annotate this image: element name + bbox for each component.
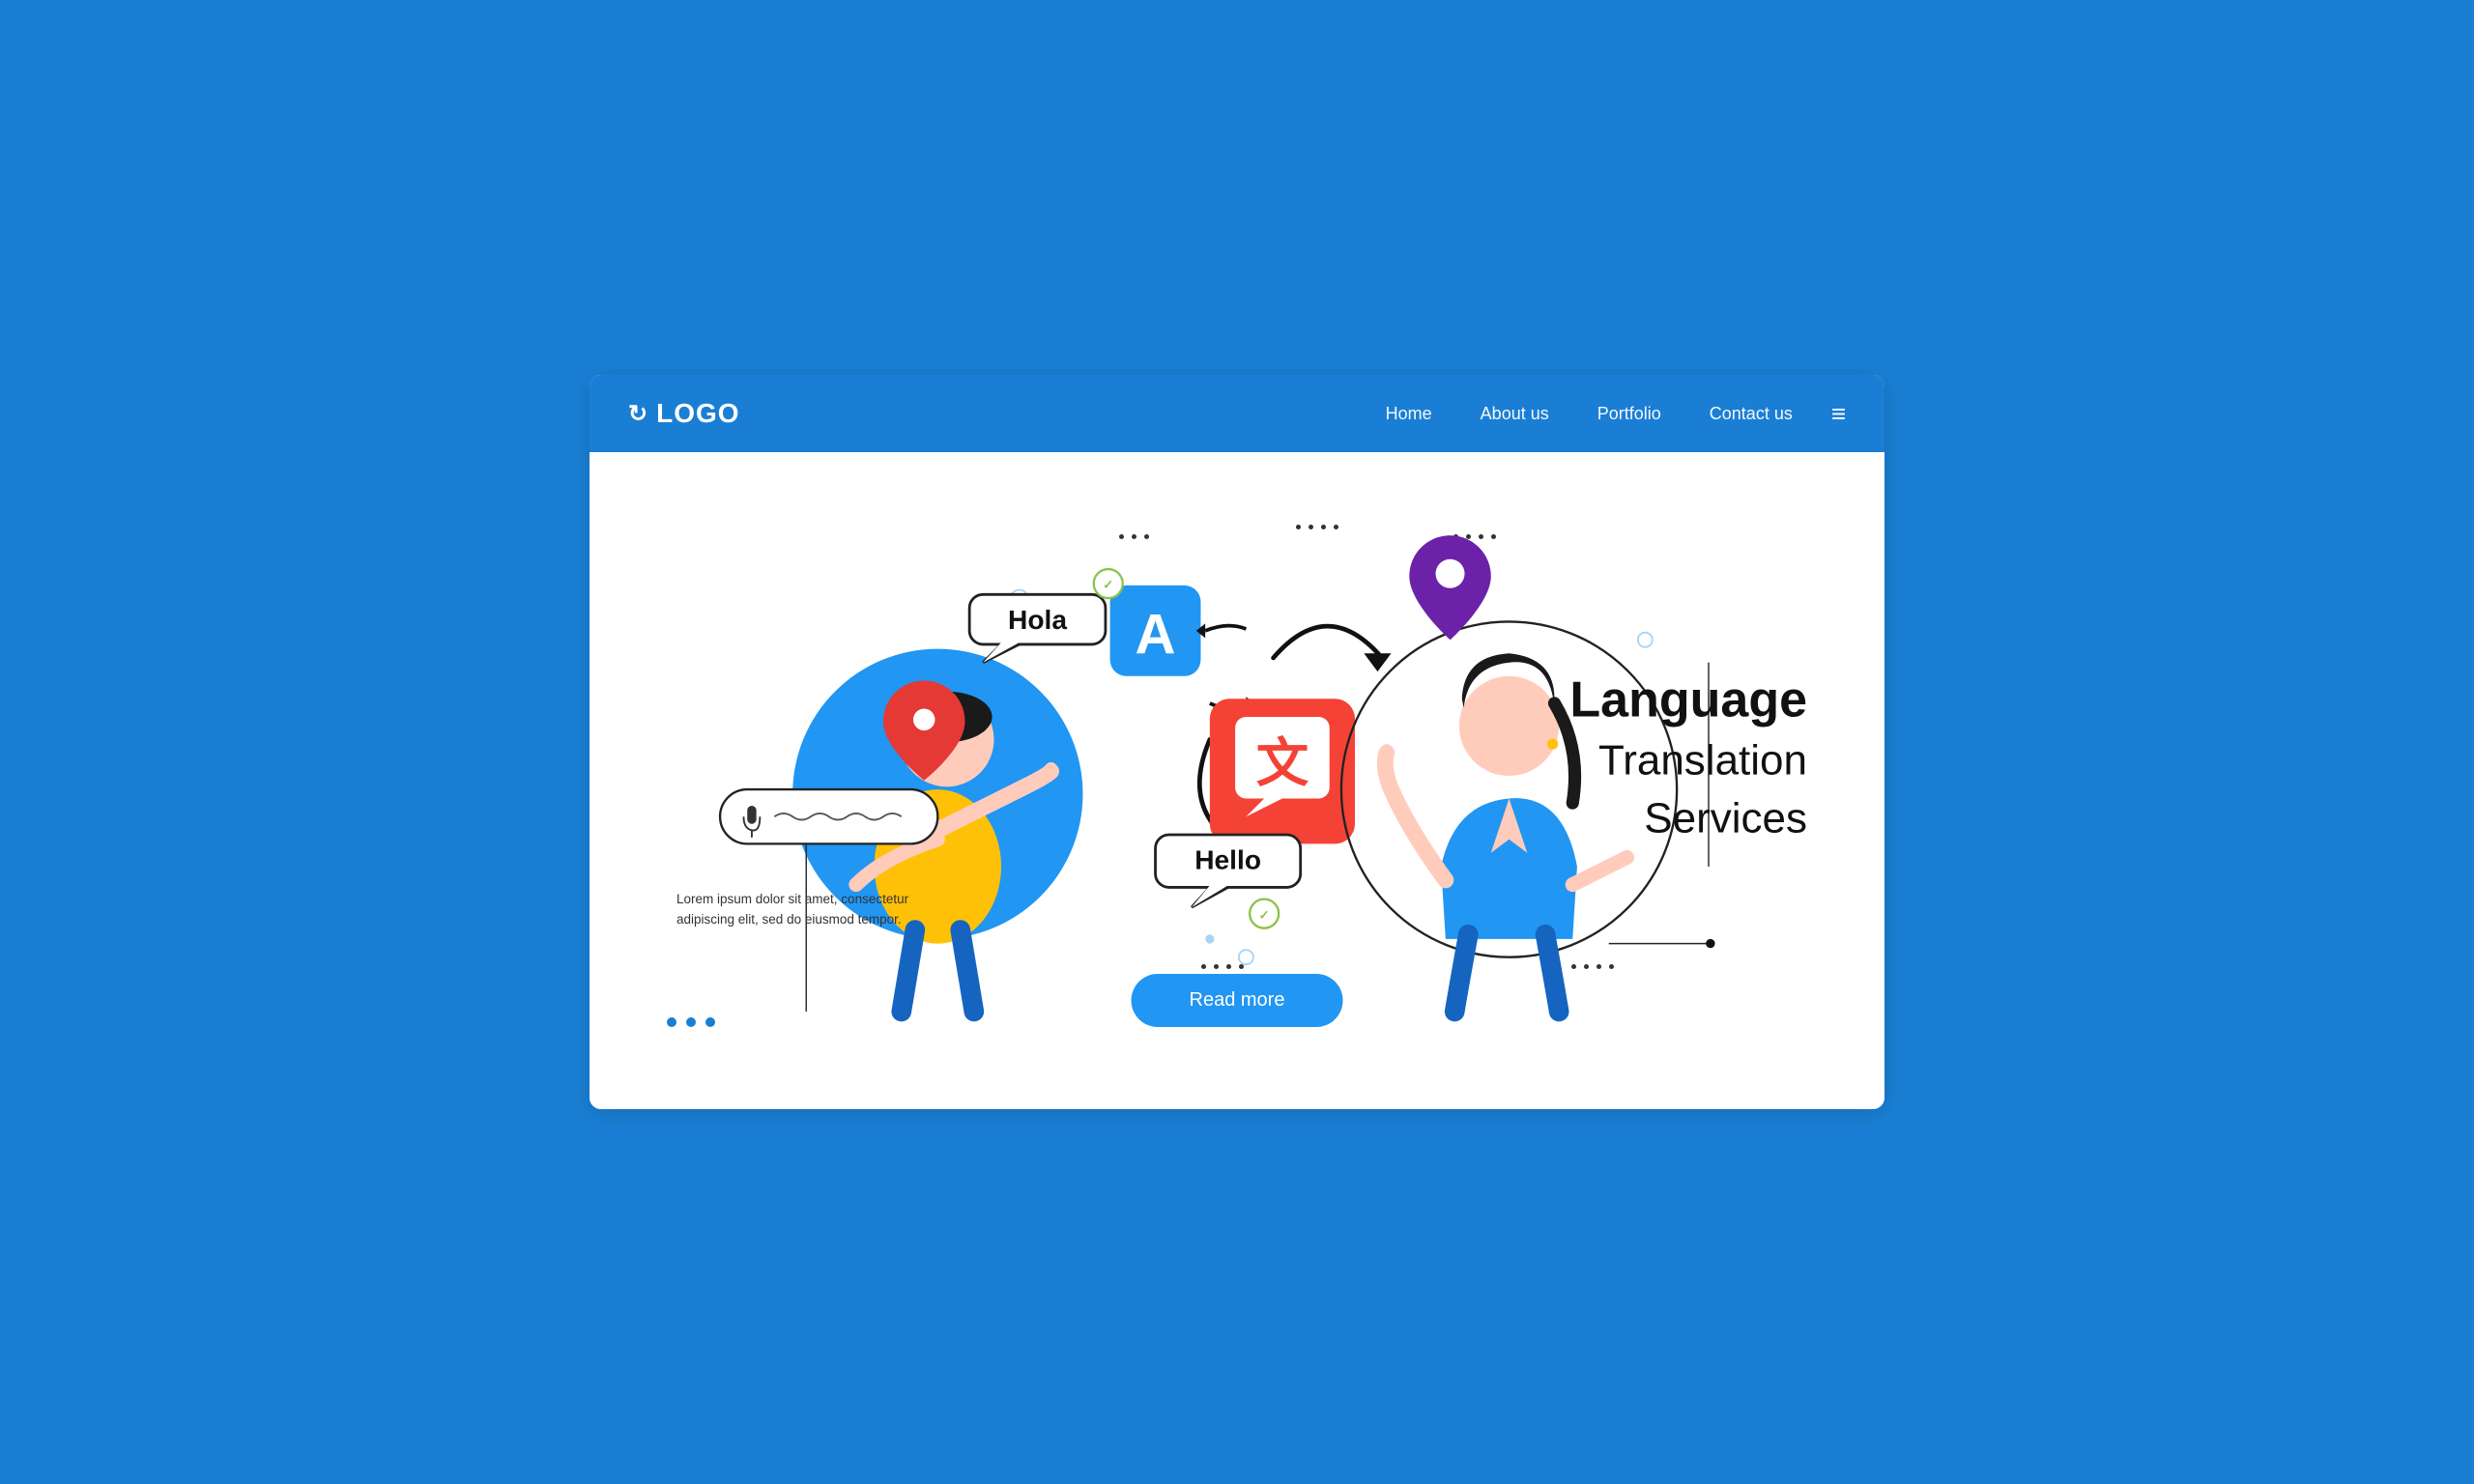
nav-link-home[interactable]: Home xyxy=(1386,404,1432,423)
navbar: ↻ LOGO Home About us Portfolio Contact u… xyxy=(590,375,1884,452)
deco-dots-5 xyxy=(1571,964,1614,969)
nav-link-portfolio[interactable]: Portfolio xyxy=(1597,404,1661,423)
nav-link-about[interactable]: About us xyxy=(1481,404,1549,423)
svg-text:Hello: Hello xyxy=(1194,845,1261,875)
nav-item-about[interactable]: About us xyxy=(1481,404,1549,424)
three-dots-deco xyxy=(667,1017,715,1027)
logo[interactable]: ↻ LOGO xyxy=(628,398,740,429)
title-translation: Translation xyxy=(1598,736,1807,784)
outer-frame: ↻ LOGO Home About us Portfolio Contact u… xyxy=(561,346,1913,1138)
nav-link-contact[interactable]: Contact us xyxy=(1710,404,1793,423)
deco-dots-3 xyxy=(1453,534,1496,539)
logo-icon: ↻ xyxy=(628,400,648,428)
nav-item-portfolio[interactable]: Portfolio xyxy=(1597,404,1661,424)
title-services: Services xyxy=(1644,794,1807,842)
card: ↻ LOGO Home About us Portfolio Contact u… xyxy=(590,375,1884,1109)
deco-dots-2 xyxy=(1296,525,1338,529)
dot-1 xyxy=(667,1017,676,1027)
body-text-area: Lorem ipsum dolor sit amet, consectetur … xyxy=(676,831,928,930)
nav-item-contact[interactable]: Contact us xyxy=(1710,404,1793,424)
svg-text:✓: ✓ xyxy=(1259,907,1270,922)
illustration-area: Hola A ✓ xyxy=(647,505,1827,1046)
deco-dots-1 xyxy=(1119,534,1149,539)
deco-dots-4 xyxy=(1201,964,1244,969)
logo-text: LOGO xyxy=(656,398,739,429)
hero-title: Language Translation Services xyxy=(1569,671,1807,844)
body-text: Lorem ipsum dolor sit amet, consectetur … xyxy=(676,889,928,930)
hamburger-icon[interactable]: ≡ xyxy=(1831,401,1846,426)
nav-item-home[interactable]: Home xyxy=(1386,404,1432,424)
nav-links: Home About us Portfolio Contact us xyxy=(1386,404,1793,424)
dot-2 xyxy=(686,1017,696,1027)
svg-text:文: 文 xyxy=(1256,734,1309,793)
svg-text:A: A xyxy=(1136,603,1176,666)
svg-text:Hola: Hola xyxy=(1008,605,1067,635)
hero-section: Hola A ✓ xyxy=(590,452,1884,1109)
svg-text:✓: ✓ xyxy=(1103,578,1113,592)
title-language: Language Translation Services xyxy=(1569,671,1807,844)
read-more-button[interactable]: Read more xyxy=(1132,974,1343,1027)
dot-3 xyxy=(705,1017,715,1027)
